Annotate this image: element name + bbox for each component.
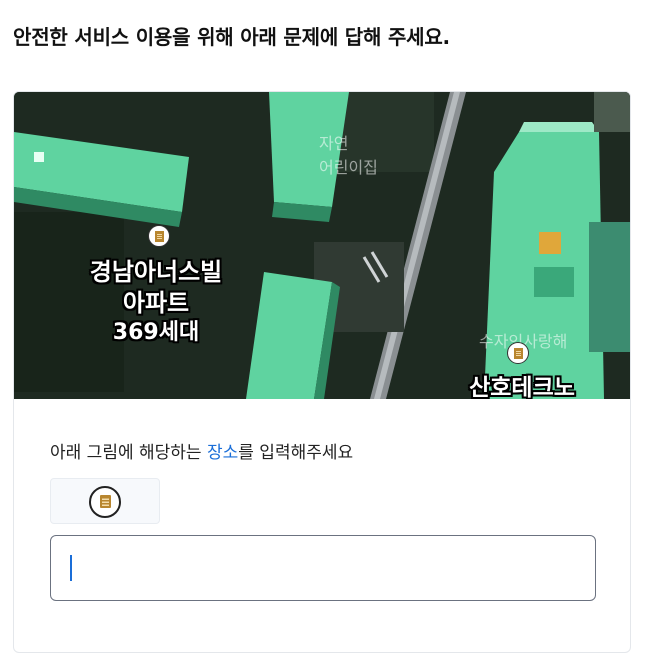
question-text: 아래 그림에 해당하는 장소를 입력해주세요 (50, 438, 353, 463)
map-faint-label: 어린이집 (319, 158, 378, 177)
captcha-card: 자연 어린이집 수자인사랑해 경남아너스빌 아파트 369세대 산호테크노 아래… (13, 91, 631, 653)
building-marker-icon (507, 342, 529, 364)
map-image: 자연 어린이집 수자인사랑해 경남아너스빌 아파트 369세대 산호테크노 (14, 92, 630, 399)
question-prefix: 아래 그림에 해당하는 (50, 443, 207, 463)
question-suffix: 를 입력해주세요 (238, 443, 354, 463)
page-title: 안전한 서비스 이용을 위해 아래 문제에 답해 주세요. (13, 25, 450, 49)
question-highlight: 장소 (206, 443, 239, 463)
building-icon (89, 486, 121, 518)
map-label-company: 산호테크노 (469, 375, 575, 399)
map-label-apartment: 아파트 (122, 289, 190, 317)
map-label-apartment: 경남아너스빌 (89, 258, 223, 286)
map-faint-label: 자연 (319, 134, 349, 153)
text-caret (70, 555, 72, 581)
answer-input[interactable] (50, 535, 596, 601)
hint-box (50, 478, 160, 524)
map-label-apartment: 369세대 (112, 320, 200, 345)
building-marker-icon (148, 225, 170, 247)
